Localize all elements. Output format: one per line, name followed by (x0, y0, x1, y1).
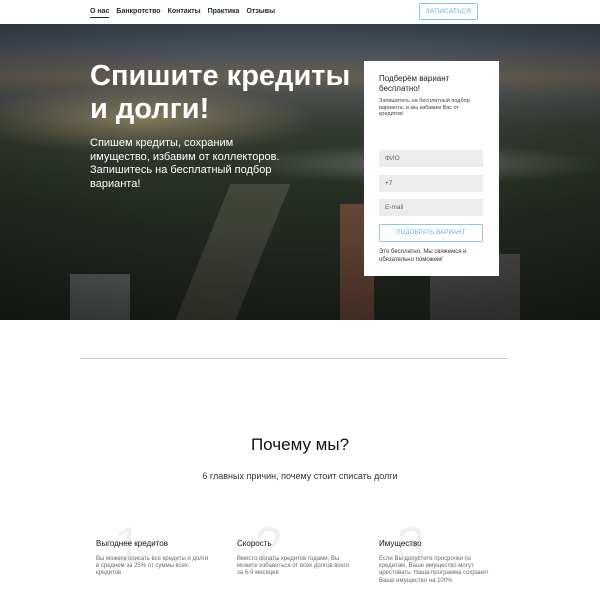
nav-link-bankruptcy[interactable]: Банкротство (116, 7, 160, 18)
section-divider (80, 358, 508, 359)
main-nav: О нас Банкротство Контакты Практика Отзы… (90, 7, 275, 18)
name-field[interactable] (379, 150, 483, 167)
signup-button[interactable]: ЗАПИСАТЬСЯ (419, 3, 478, 20)
nav-link-about[interactable]: О нас (90, 7, 110, 18)
form-title: Подберём вариант бесплатно! (379, 74, 450, 93)
feature-text: Если Вы допустите просрочки по кредитам,… (379, 556, 489, 584)
hero-section: Спишите кредиты и долги! Спишем кредиты,… (0, 24, 600, 320)
form-note: Запишитесь на бесплатный подбор варианта… (379, 98, 470, 117)
why-us-subtitle: 6 главных причин, почему стоит списать д… (202, 471, 398, 481)
consultation-form: Подберём вариант бесплатно! Запишитесь н… (364, 61, 499, 276)
nav-link-reviews[interactable]: Отзывы (246, 7, 275, 18)
feature-card: 1 Выгоднее кредитов Вы можете списать вс… (96, 515, 221, 578)
hero-subtitle: Спишем кредиты, сохраним имущество, изба… (90, 137, 280, 190)
phone-field[interactable] (379, 175, 483, 192)
feature-text: Вместо оплаты кредитов годами, Вы можете… (237, 556, 350, 577)
feature-text: Вы можете списать все кредиты и долги в … (96, 556, 209, 577)
feature-card: 2 Скорость Вместо оплаты кредитов годами… (237, 515, 362, 578)
feature-title: Выгоднее кредитов (96, 539, 168, 548)
feature-card: 3 Имущество Если Вы допустите просрочки … (379, 515, 504, 585)
feature-title: Скорость (237, 539, 272, 548)
top-navbar: О нас Банкротство Контакты Практика Отзы… (0, 0, 600, 24)
hero-title: Спишите кредиты и долги! (90, 60, 351, 125)
nav-link-practice[interactable]: Практика (208, 7, 240, 18)
why-us-title: Почему мы? (250, 435, 350, 454)
nav-link-contacts[interactable]: Контакты (168, 7, 201, 18)
feature-title: Имущество (379, 539, 422, 548)
form-footer-note: Это бесплатно. Мы свяжемся и обязательно… (379, 249, 467, 263)
email-field[interactable] (379, 199, 483, 216)
submit-button[interactable]: ПОДОБРАТЬ ВАРИАНТ (379, 224, 483, 242)
